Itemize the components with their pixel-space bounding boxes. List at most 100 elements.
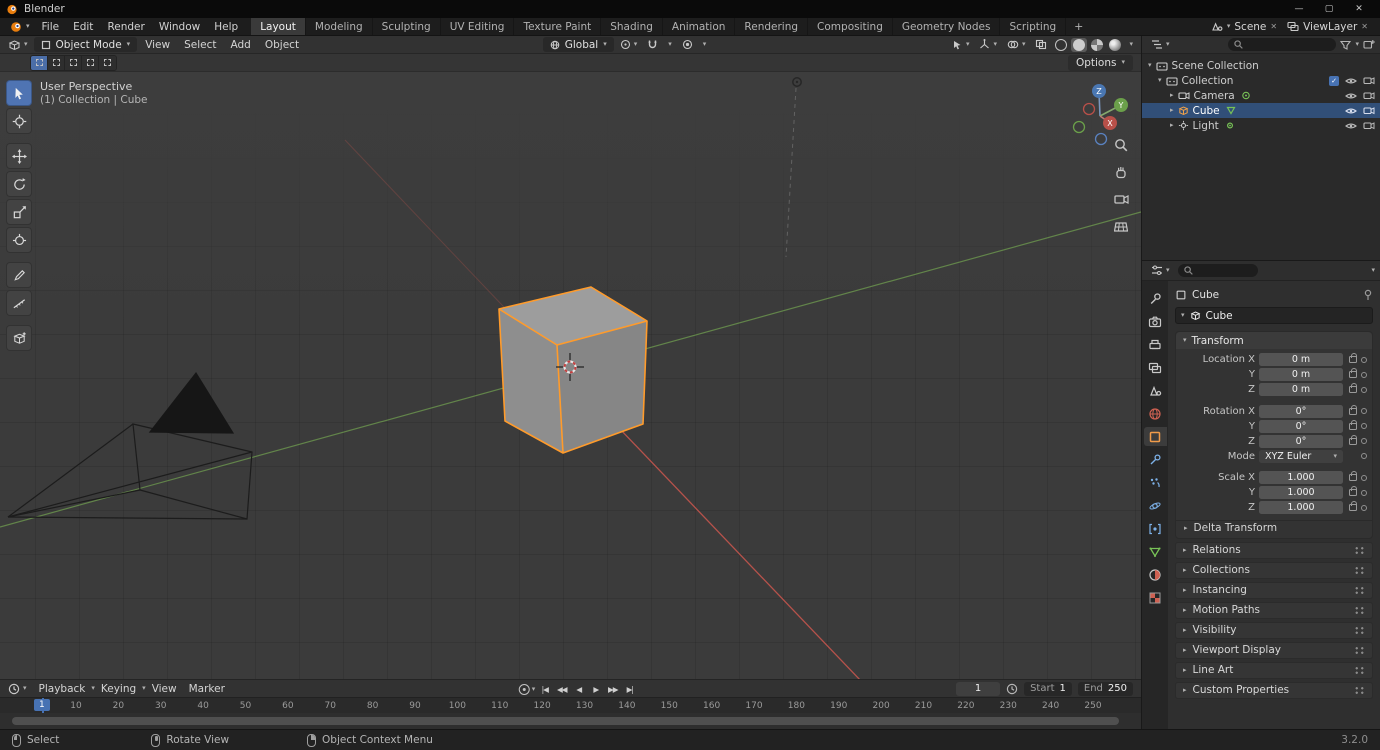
animate-dot[interactable] [1361, 386, 1367, 393]
menu-help[interactable]: Help [207, 18, 245, 35]
cube-object[interactable] [498, 286, 648, 454]
tool-add-cube[interactable] [6, 325, 32, 351]
drag-grip-icon[interactable] [1354, 545, 1365, 555]
panel-custom-properties[interactable]: ▸ Custom Properties [1175, 681, 1373, 699]
disable-render-camera-icon[interactable] [1363, 106, 1375, 115]
panel-instancing[interactable]: ▸ Instancing [1175, 581, 1373, 599]
maximize-button[interactable]: ▢ [1314, 0, 1344, 18]
start-frame-field[interactable]: Start 1 [1024, 681, 1072, 696]
light-object[interactable] [785, 77, 802, 258]
perspective-toggle-button[interactable] [1112, 217, 1130, 235]
tab-object[interactable] [1143, 427, 1167, 446]
panel-visibility[interactable]: ▸ Visibility [1175, 621, 1373, 639]
camera-object[interactable] [7, 371, 253, 520]
object-visibility-dropdown[interactable]: ▾ [948, 38, 974, 51]
expand-icon[interactable]: ▾ [1158, 77, 1162, 84]
outliner-row-light[interactable]: ▸ Light [1142, 118, 1380, 133]
panel-line-art[interactable]: ▸ Line Art [1175, 661, 1373, 679]
tab-modifiers[interactable] [1144, 450, 1167, 469]
unlink-view-layer-icon[interactable]: ✕ [1361, 22, 1368, 31]
lock-icon[interactable] [1349, 383, 1357, 394]
unlink-scene-icon[interactable]: ✕ [1270, 22, 1277, 31]
tab-sculpting[interactable]: Sculpting [373, 18, 441, 35]
menu-edit[interactable]: Edit [66, 18, 100, 35]
tool-annotate[interactable] [6, 262, 32, 288]
panel-motion-paths[interactable]: ▸ Motion Paths [1175, 601, 1373, 619]
disable-render-camera-icon[interactable] [1363, 91, 1375, 100]
expand-icon[interactable]: ▸ [1170, 122, 1174, 129]
jump-to-start-button[interactable]: |◀ [537, 682, 552, 696]
menu-view[interactable]: View [139, 39, 176, 51]
timeline-editor-type-button[interactable]: ▾ [4, 682, 31, 696]
properties-search-input[interactable] [1177, 264, 1258, 277]
tab-rendering[interactable]: Rendering [735, 18, 809, 35]
camera-view-button[interactable] [1112, 190, 1130, 208]
location-y-field[interactable]: 0 m [1259, 368, 1343, 382]
proportional-editing-toggle[interactable] [678, 38, 697, 51]
end-frame-field[interactable]: End 250 [1077, 681, 1133, 696]
tab-compositing[interactable]: Compositing [808, 18, 893, 35]
tool-cursor[interactable] [6, 108, 32, 134]
tab-render[interactable] [1144, 312, 1167, 331]
shading-wireframe-button[interactable] [1053, 38, 1069, 52]
menu-select[interactable]: Select [178, 39, 222, 51]
lock-icon[interactable] [1349, 434, 1357, 445]
options-dropdown[interactable]: Options ▾ [1067, 54, 1133, 71]
select-mode-intersect[interactable] [99, 55, 116, 70]
drag-grip-icon[interactable] [1354, 625, 1365, 635]
jump-to-end-button[interactable]: ▶| [622, 682, 637, 696]
gizmo-neg-x[interactable] [1082, 102, 1096, 116]
scale-y-field[interactable]: 1.000 [1259, 486, 1343, 500]
drag-grip-icon[interactable] [1354, 585, 1365, 595]
disable-render-camera-icon[interactable] [1363, 121, 1375, 130]
drag-grip-icon[interactable] [1354, 565, 1365, 575]
tab-modeling[interactable]: Modeling [306, 18, 373, 35]
panel-delta-transform[interactable]: ▸ Delta Transform [1176, 519, 1372, 536]
scene-selector[interactable]: ▾ Scene ✕ [1207, 19, 1281, 34]
scale-x-field[interactable]: 1.000 [1259, 471, 1343, 485]
drag-grip-icon[interactable] [1354, 665, 1365, 675]
tab-constraints[interactable] [1144, 519, 1167, 538]
current-frame-indicator[interactable]: 1 [34, 699, 50, 711]
panel-viewport-display[interactable]: ▸ Viewport Display [1175, 641, 1373, 659]
gizmo-y-axis[interactable]: Y [1114, 98, 1128, 112]
tool-move[interactable] [6, 143, 32, 169]
gizmo-z-axis[interactable]: Z [1092, 84, 1106, 98]
scale-z-field[interactable]: 1.000 [1259, 501, 1343, 515]
current-frame-field[interactable]: 1 [956, 681, 1001, 696]
lock-icon[interactable] [1349, 486, 1357, 497]
shading-material-button[interactable] [1089, 38, 1105, 52]
tab-view-layer[interactable] [1144, 358, 1167, 377]
lock-icon[interactable] [1349, 353, 1357, 364]
lock-icon[interactable] [1349, 368, 1357, 379]
outliner-row-collection[interactable]: ▾ Collection ✓ [1142, 73, 1380, 88]
outliner-editor-type-button[interactable]: ▾ [1147, 38, 1174, 51]
next-keyframe-button[interactable]: ▶▶ [605, 682, 620, 696]
viewport-3d[interactable]: User Perspective (1) Collection | Cube Z… [0, 72, 1141, 679]
pin-icon[interactable] [1363, 289, 1373, 301]
drag-grip-icon[interactable] [1354, 685, 1365, 695]
tool-scale[interactable] [6, 199, 32, 225]
menu-add[interactable]: Add [225, 39, 257, 51]
previous-keyframe-button[interactable]: ◀◀ [554, 682, 569, 696]
select-mode-set[interactable] [31, 55, 48, 70]
play-reverse-button[interactable]: ◀ [571, 682, 586, 696]
tool-measure[interactable] [6, 290, 32, 316]
tab-output[interactable] [1144, 335, 1167, 354]
object-name-field[interactable]: ▾ Cube [1175, 307, 1373, 324]
animate-dot[interactable] [1361, 504, 1367, 511]
minimize-button[interactable]: — [1284, 0, 1314, 18]
collection-checkbox[interactable]: ✓ [1329, 75, 1339, 86]
lock-icon[interactable] [1349, 404, 1357, 415]
animate-dot[interactable] [1361, 438, 1367, 445]
mode-dropdown[interactable]: Object Mode ▾ [33, 37, 138, 52]
proportional-falloff-dropdown[interactable]: ▾ [699, 40, 711, 49]
overlays-dropdown[interactable]: ▾ [1003, 38, 1030, 51]
blender-menu-button[interactable]: ▾ [4, 21, 35, 33]
transform-orientation-dropdown[interactable]: Global ▾ [542, 37, 614, 52]
auto-keyframe-toggle[interactable] [518, 683, 530, 695]
timeline-ruler[interactable]: 10 20 30 40 50 60 70 80 90 100 110 120 130 140 150 160 1… [0, 697, 1141, 714]
animate-dot[interactable] [1361, 489, 1367, 496]
editor-type-button[interactable]: ▾ [4, 38, 32, 52]
outliner-search-input[interactable] [1228, 38, 1337, 51]
